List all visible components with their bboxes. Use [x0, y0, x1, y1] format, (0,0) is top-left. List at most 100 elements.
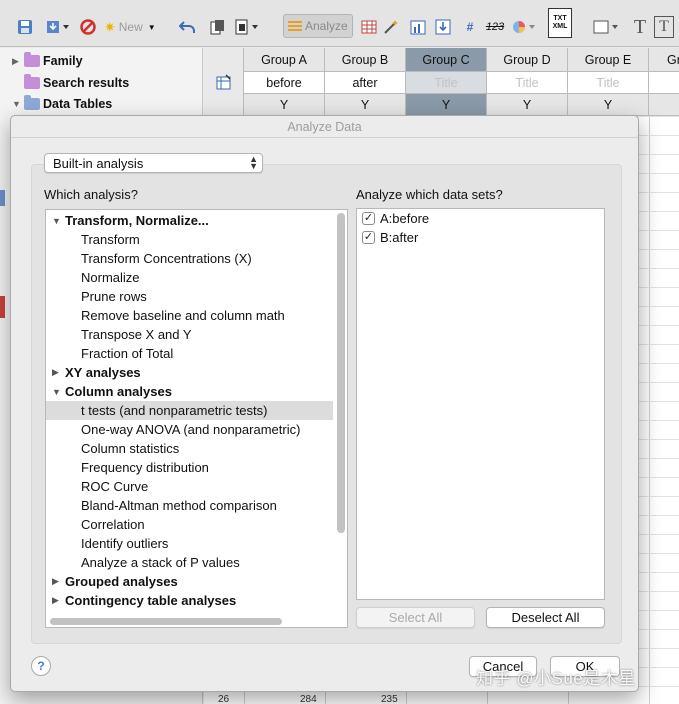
new-button[interactable]: ✷ New ▼	[104, 16, 162, 38]
which-analysis-label: Which analysis?	[44, 187, 138, 202]
text-box-icon[interactable]: T	[654, 16, 674, 38]
analysis-item-transpose-x-and-y[interactable]: Transpose X and Y	[46, 325, 333, 344]
analysis-item-analyze-a-stack-of-p-values[interactable]: Analyze a stack of P values	[46, 553, 333, 572]
watermark: 知乎 @小Sue是木星	[476, 669, 636, 688]
color-palette-icon[interactable]	[510, 16, 540, 38]
column-group-c[interactable]: Group C Title Y	[406, 48, 487, 116]
undo-icon[interactable]	[178, 16, 198, 38]
column-title[interactable]: Title	[406, 72, 486, 94]
paste-icon[interactable]	[232, 16, 264, 38]
analysis-item-one-way-anova-and-nonparametric[interactable]: One-way ANOVA (and nonparametric)	[46, 420, 333, 439]
column-title[interactable]: Title	[568, 72, 648, 94]
column-title[interactable]: before	[244, 72, 324, 94]
analysis-item-bland-altman-method-comparison[interactable]: Bland-Altman method comparison	[46, 496, 333, 515]
checkbox[interactable]: ✓	[362, 231, 375, 244]
copy-icon[interactable]	[208, 16, 228, 38]
decimal-icon[interactable]: 123	[484, 16, 506, 38]
disclosure-triangle-icon[interactable]: ▶	[52, 576, 65, 587]
table-row: 26 284 235	[204, 694, 679, 704]
analysis-item-column-statistics[interactable]: Column statistics	[46, 439, 333, 458]
column-group-f[interactable]: Gr	[649, 48, 679, 116]
window-edge-marker	[0, 190, 5, 206]
analysis-group-transform-normalize[interactable]: ▼ Transform, Normalize...	[46, 211, 333, 230]
column-group-e[interactable]: Group E Title Y	[568, 48, 649, 116]
analysis-group-label: Column analyses	[65, 384, 172, 399]
graph-icon[interactable]	[408, 16, 428, 38]
column-subheader: Y	[325, 94, 405, 116]
delete-icon[interactable]	[78, 16, 98, 38]
analysis-item-normalize[interactable]: Normalize	[46, 268, 333, 287]
nav-item-label: Search results	[43, 76, 130, 90]
dialog-title: Analyze Data	[11, 116, 638, 138]
analysis-type-select[interactable]: Built-in analysis ▲ ▼	[44, 153, 263, 173]
column-subheader: Y	[406, 94, 486, 116]
chevron-down-icon: ▼	[147, 22, 156, 32]
text-tool-icon[interactable]: T	[630, 16, 650, 38]
analysis-item-transform-concentrations-x[interactable]: Transform Concentrations (X)	[46, 249, 333, 268]
analysis-item-prune-rows[interactable]: Prune rows	[46, 287, 333, 306]
analysis-item-transform[interactable]: Transform	[46, 230, 333, 249]
analysis-group-contingency-table-analyses[interactable]: ▶ Contingency table analyses	[46, 591, 333, 610]
sheet-corner-button[interactable]	[204, 48, 244, 116]
disclosure-triangle-icon[interactable]: ▼	[52, 216, 65, 226]
analysis-item-roc-curve[interactable]: ROC Curve	[46, 477, 333, 496]
column-header: Group A	[244, 48, 324, 72]
cell-value[interactable]: 284	[300, 694, 317, 704]
horizontal-scrollbar[interactable]	[50, 618, 282, 625]
analysis-group-column-analyses[interactable]: ▼ Column analyses	[46, 382, 333, 401]
folder-icon	[24, 95, 40, 110]
table-icon[interactable]	[360, 16, 378, 38]
dataset-label: A:before	[380, 211, 430, 226]
disclosure-triangle-icon[interactable]: ▼	[12, 99, 24, 109]
txt-label: TXT	[553, 15, 567, 22]
help-button[interactable]: ?	[31, 656, 51, 676]
analyze-button[interactable]: Analyze	[283, 14, 353, 38]
analysis-item-identify-outliers[interactable]: Identify outliers	[46, 534, 333, 553]
deselect-all-button[interactable]: Deselect All	[486, 607, 605, 628]
analysis-item-correlation[interactable]: Correlation	[46, 515, 333, 534]
vertical-scrollbar[interactable]	[337, 213, 345, 533]
nav-item-data-tables[interactable]: ▼ Data Tables	[12, 94, 112, 114]
dataset-item-a[interactable]: ✓ A:before	[362, 209, 429, 228]
save-icon[interactable]	[14, 16, 36, 38]
disclosure-triangle-icon[interactable]: ▼	[52, 387, 65, 397]
number-format-icon[interactable]: #	[458, 16, 482, 38]
analysis-item-t-tests-and-nonparametric-tests[interactable]: t tests (and nonparametric tests)	[46, 401, 333, 420]
dataset-label: B:after	[380, 230, 419, 245]
column-group-b[interactable]: Group B after Y	[325, 48, 406, 116]
dataset-item-b[interactable]: ✓ B:after	[362, 228, 418, 247]
analysis-item-frequency-distribution[interactable]: Frequency distribution	[46, 458, 333, 477]
analysis-item-remove-baseline-and-column-math[interactable]: Remove baseline and column math	[46, 306, 333, 325]
column-header: Group D	[487, 48, 567, 72]
column-subheader: Y	[487, 94, 567, 116]
column-group-a[interactable]: Group A before Y	[244, 48, 325, 116]
analysis-group-xy-analyses[interactable]: ▶ XY analyses	[46, 363, 333, 382]
checkbox[interactable]: ✓	[362, 212, 375, 225]
nav-item-label: Data Tables	[43, 97, 113, 111]
magic-wand-icon[interactable]	[382, 16, 400, 38]
export-txt-xml-icon[interactable]: TXT XML	[548, 8, 572, 38]
select-all-button[interactable]: Select All	[356, 607, 475, 628]
column-header: Group B	[325, 48, 405, 72]
analysis-list[interactable]: ▼ Transform, Normalize... Transform Transfo…	[45, 209, 348, 628]
column-title[interactable]: after	[325, 72, 405, 94]
column-group-d[interactable]: Group D Title Y	[487, 48, 568, 116]
shape-icon[interactable]	[592, 16, 622, 38]
disclosure-triangle-icon[interactable]: ▶	[52, 595, 65, 606]
datasets-list[interactable]: ✓ A:before ✓ B:after	[356, 208, 605, 600]
analysis-group-label: Grouped analyses	[65, 574, 178, 589]
nav-item-search-results[interactable]: Search results	[12, 73, 129, 93]
cell-value[interactable]: 235	[381, 694, 398, 704]
analysis-group-grouped-analyses[interactable]: ▶ Grouped analyses	[46, 572, 333, 591]
analysis-group-label: Contingency table analyses	[65, 593, 237, 608]
nav-item-family[interactable]: ▶ Family	[12, 51, 83, 71]
app-toolbar: ✷ New ▼ Analyze # 123 TXT XML T T	[0, 0, 679, 47]
column-title[interactable]: Title	[487, 72, 567, 94]
new-label: New	[118, 20, 143, 34]
download-icon[interactable]	[42, 16, 72, 38]
move-down-icon[interactable]	[432, 16, 454, 38]
analysis-item-fraction-of-total[interactable]: Fraction of Total	[46, 344, 333, 363]
disclosure-triangle-icon[interactable]: ▶	[52, 367, 65, 378]
disclosure-triangle-icon[interactable]: ▶	[12, 56, 24, 67]
analysis-type-value: Built-in analysis	[53, 155, 144, 171]
